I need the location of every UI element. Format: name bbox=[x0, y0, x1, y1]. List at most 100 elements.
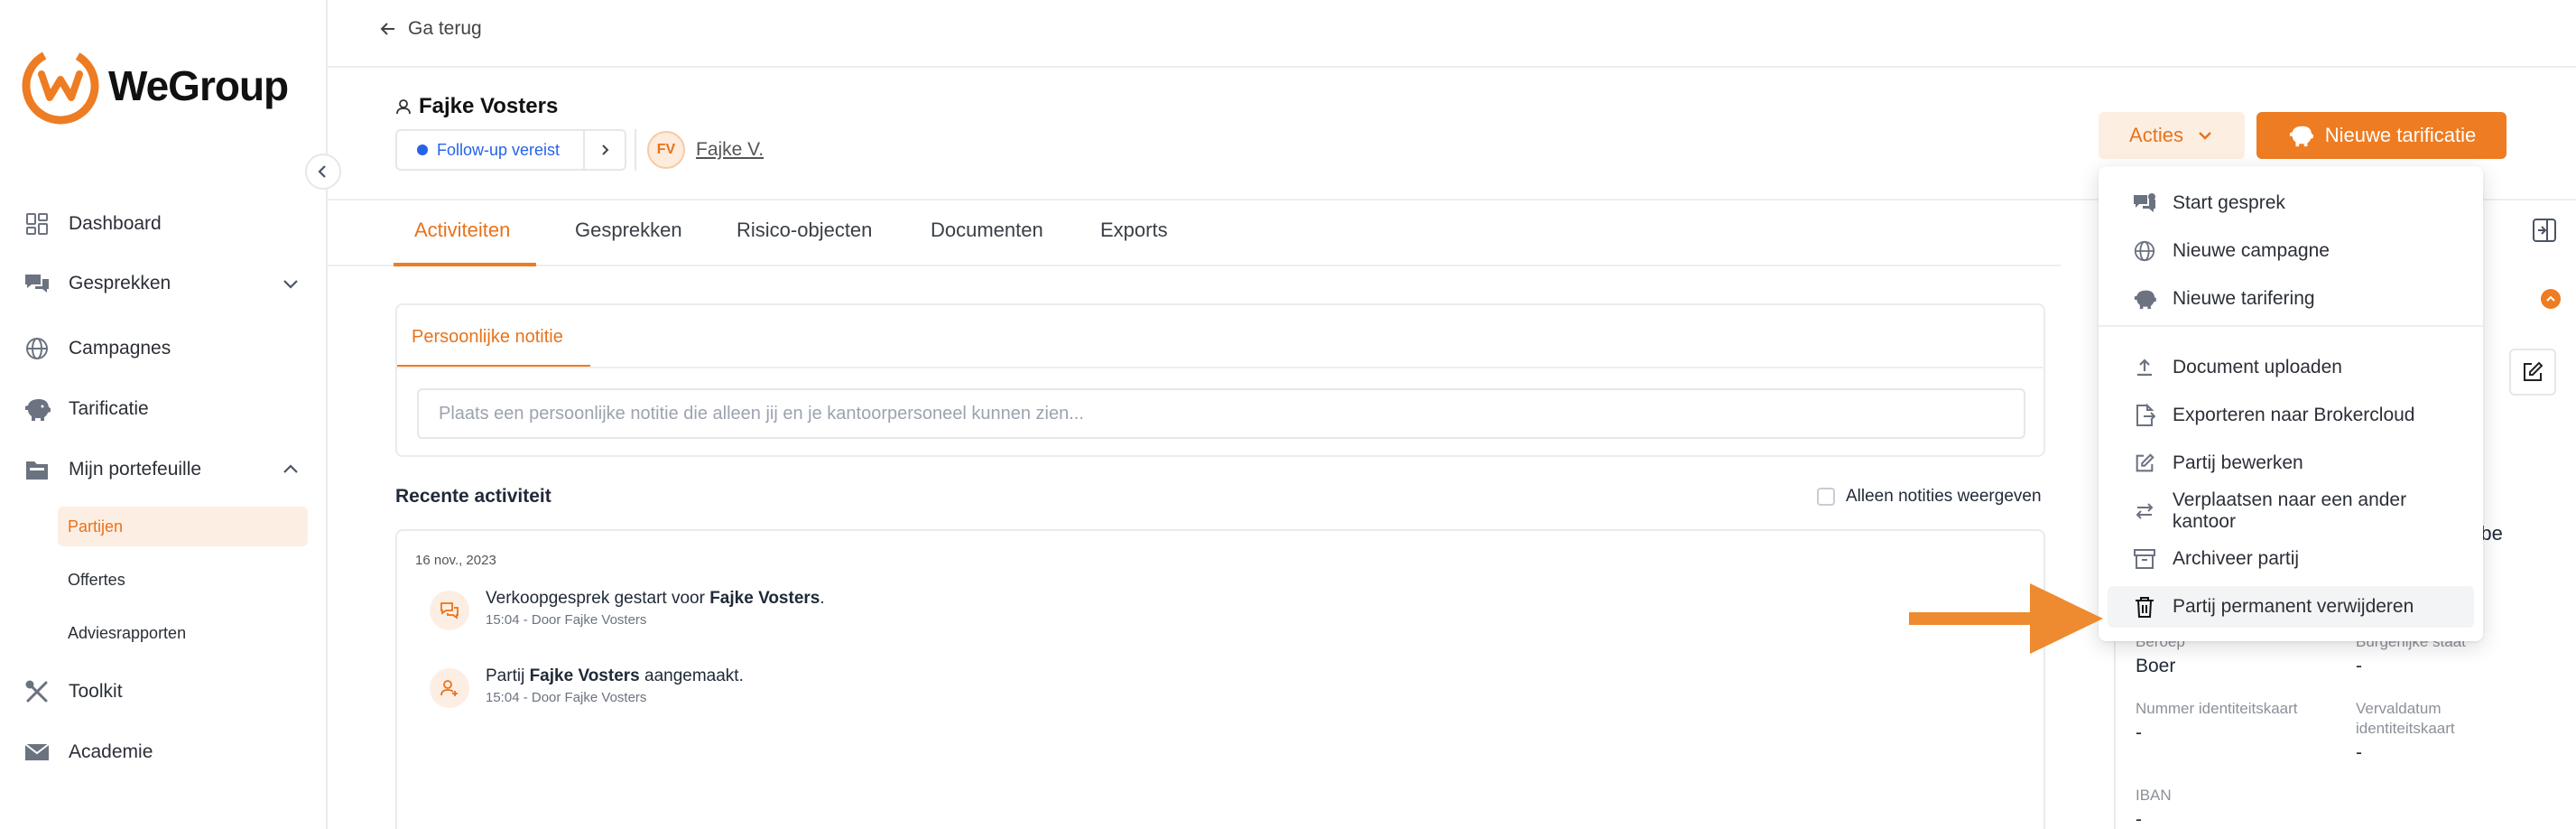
activity-date: 16 nov., 2023 bbox=[415, 553, 496, 568]
export-file-icon bbox=[2131, 402, 2158, 429]
sidebar-item-toolkit[interactable]: Toolkit bbox=[22, 674, 301, 710]
back-label: Ga terug bbox=[408, 18, 482, 39]
followup-next-button[interactable] bbox=[585, 143, 625, 157]
globe-icon bbox=[2131, 238, 2158, 265]
note-card: Persoonlijke notitie Plaats een persoonl… bbox=[395, 303, 2045, 457]
acties-button[interactable]: Acties bbox=[2099, 112, 2245, 159]
menu-item-label: Partij bewerken bbox=[2173, 452, 2303, 473]
grid-icon bbox=[22, 209, 52, 239]
menu-item-start-gesprek[interactable]: Start gesprek bbox=[2108, 182, 2474, 224]
piggybank-icon bbox=[2289, 126, 2313, 147]
info-value: - bbox=[2356, 656, 2362, 676]
chat-plus-icon bbox=[2131, 190, 2158, 217]
tab-documenten[interactable]: Documenten bbox=[931, 219, 1043, 242]
menu-item-label: Nieuwe tarifering bbox=[2173, 288, 2315, 309]
new-tarification-button[interactable]: Nieuwe tarificatie bbox=[2256, 112, 2507, 159]
chat-plus-icon bbox=[430, 591, 469, 630]
chevron-down-icon[interactable] bbox=[280, 273, 301, 299]
edit-party-button[interactable] bbox=[2509, 349, 2556, 396]
app-root: WeGroup Dashboard Gesprekken Campagnes T… bbox=[0, 0, 2576, 829]
sidebar-subitem-partijen[interactable]: Partijen bbox=[58, 507, 308, 546]
only-notes-label: Alleen notities weergeven bbox=[1846, 487, 2042, 506]
list-item[interactable]: Verkoopgesprek gestart voor Fajke Voster… bbox=[430, 589, 825, 630]
followup-status[interactable]: Follow-up vereist bbox=[395, 129, 626, 171]
menu-item-label: Exporteren naar Brokercloud bbox=[2173, 405, 2415, 425]
chevron-right-icon bbox=[602, 144, 609, 155]
menu-item-label: Verplaatsen naar een ander kantoor bbox=[2172, 489, 2407, 532]
sidebar-item-label: Gesprekken bbox=[69, 273, 171, 293]
back-link[interactable]: Ga terug bbox=[379, 18, 482, 40]
swap-icon bbox=[2131, 498, 2158, 525]
note-tab[interactable]: Persoonlijke notitie bbox=[412, 327, 563, 348]
menu-item-document-uploaden[interactable]: Document uploaden bbox=[2108, 347, 2474, 388]
sidebar-item-mijn-portefeuille[interactable]: Mijn portefeuille bbox=[22, 452, 301, 488]
sidebar-item-label: Academie bbox=[69, 741, 153, 762]
owner-name-link[interactable]: Fajke V. bbox=[696, 139, 764, 161]
recent-activity-title: Recente activiteit bbox=[395, 486, 551, 507]
activity-text: Partij Fajke Vosters aangemaakt. bbox=[486, 666, 744, 685]
sidebar-item-label: Dashboard bbox=[69, 213, 162, 234]
info-value: - bbox=[2136, 722, 2142, 743]
tab-risico-objecten[interactable]: Risico-objecten bbox=[737, 219, 872, 242]
panel-toggle-icon[interactable] bbox=[2531, 217, 2558, 248]
menu-item-nieuwe-campagne[interactable]: Nieuwe campagne bbox=[2108, 230, 2474, 272]
user-icon bbox=[396, 99, 411, 115]
acties-label: Acties bbox=[2129, 124, 2183, 146]
activity-meta: 15:04 - Door Fajke Vosters bbox=[486, 612, 647, 628]
brand-logo[interactable]: WeGroup bbox=[20, 45, 289, 126]
sidebar-item-label: Campagnes bbox=[69, 338, 171, 359]
info-label: Nummer identiteitskaart bbox=[2136, 700, 2298, 717]
menu-item-label: Partij permanent verwijderen bbox=[2173, 596, 2414, 617]
sidebar-subitem-label: Adviesrapporten bbox=[68, 623, 187, 642]
menu-item-exporteren[interactable]: Exporteren naar Brokercloud bbox=[2108, 395, 2474, 436]
note-divider bbox=[397, 367, 2045, 368]
tab-gesprekken[interactable]: Gesprekken bbox=[575, 219, 682, 242]
sidebar-item-tarificatie[interactable]: Tarificatie bbox=[22, 391, 301, 427]
academy-icon bbox=[22, 737, 52, 768]
only-notes-checkbox[interactable] bbox=[1817, 488, 1835, 506]
piggybank-icon bbox=[22, 394, 52, 424]
folder-icon bbox=[22, 454, 52, 485]
note-input[interactable]: Plaats een persoonlijke notitie die alle… bbox=[417, 388, 2025, 439]
sidebar-subitem-adviesrapporten[interactable]: Adviesrapporten bbox=[58, 613, 308, 653]
new-tarification-label: Nieuwe tarificatie bbox=[2324, 124, 2477, 146]
menu-item-verplaatsen[interactable]: Verplaatsen naar een ander kantoor bbox=[2108, 489, 2474, 532]
menu-item-partij-bewerken[interactable]: Partij bewerken bbox=[2108, 442, 2474, 484]
tabs: Activiteiten Gesprekken Risico-objecten … bbox=[328, 199, 2061, 266]
party-header: Fajke Vosters bbox=[395, 94, 558, 119]
followup-badge[interactable]: Follow-up vereist bbox=[397, 131, 585, 169]
chevron-up-icon[interactable] bbox=[2541, 289, 2561, 309]
upload-icon bbox=[2131, 354, 2158, 381]
chevron-down-icon bbox=[2199, 132, 2211, 140]
tools-icon bbox=[22, 676, 52, 707]
list-item[interactable]: Partij Fajke Vosters aangemaakt. 15:04 -… bbox=[430, 666, 744, 708]
tab-activiteiten[interactable]: Activiteiten bbox=[414, 219, 510, 242]
sidebar-item-label: Tarificatie bbox=[69, 398, 149, 419]
menu-item-label: Start gesprek bbox=[2173, 192, 2285, 213]
owner[interactable]: FV Fajke V. bbox=[635, 129, 764, 171]
header-divider bbox=[328, 66, 2576, 68]
info-value: - bbox=[2136, 809, 2142, 829]
active-tab-indicator bbox=[394, 263, 536, 266]
sidebar-collapse-button[interactable] bbox=[305, 154, 341, 190]
sidebar-item-dashboard[interactable]: Dashboard bbox=[22, 206, 301, 242]
party-name: Fajke Vosters bbox=[419, 94, 559, 118]
only-notes-filter[interactable]: Alleen notities weergeven bbox=[1817, 487, 2042, 507]
avatar: FV bbox=[647, 131, 685, 169]
sidebar-item-gesprekken[interactable]: Gesprekken bbox=[22, 265, 301, 302]
menu-item-label: Nieuwe campagne bbox=[2173, 240, 2330, 261]
activity-text: Verkoopgesprek gestart voor Fajke Voster… bbox=[486, 589, 825, 608]
menu-divider bbox=[2099, 325, 2483, 327]
acties-dropdown-menu: Start gesprek Nieuwe campagne Nieuwe tar… bbox=[2099, 166, 2483, 641]
sidebar-subitem-offertes[interactable]: Offertes bbox=[58, 560, 308, 600]
sidebar-item-academie[interactable]: Academie bbox=[22, 734, 301, 770]
menu-item-nieuwe-tarifering[interactable]: Nieuwe tarifering bbox=[2108, 278, 2474, 320]
menu-item-partij-verwijderen[interactable]: Partij permanent verwijderen bbox=[2108, 586, 2474, 628]
chevron-up-icon[interactable] bbox=[280, 459, 301, 485]
sidebar-item-campagnes[interactable]: Campagnes bbox=[22, 331, 301, 367]
tab-exports[interactable]: Exports bbox=[1100, 219, 1168, 242]
sidebar-subitem-label: Partijen bbox=[68, 517, 124, 536]
menu-item-archiveer[interactable]: Archiveer partij bbox=[2108, 538, 2474, 580]
edit-icon bbox=[2131, 450, 2158, 477]
globe-icon bbox=[22, 333, 52, 364]
